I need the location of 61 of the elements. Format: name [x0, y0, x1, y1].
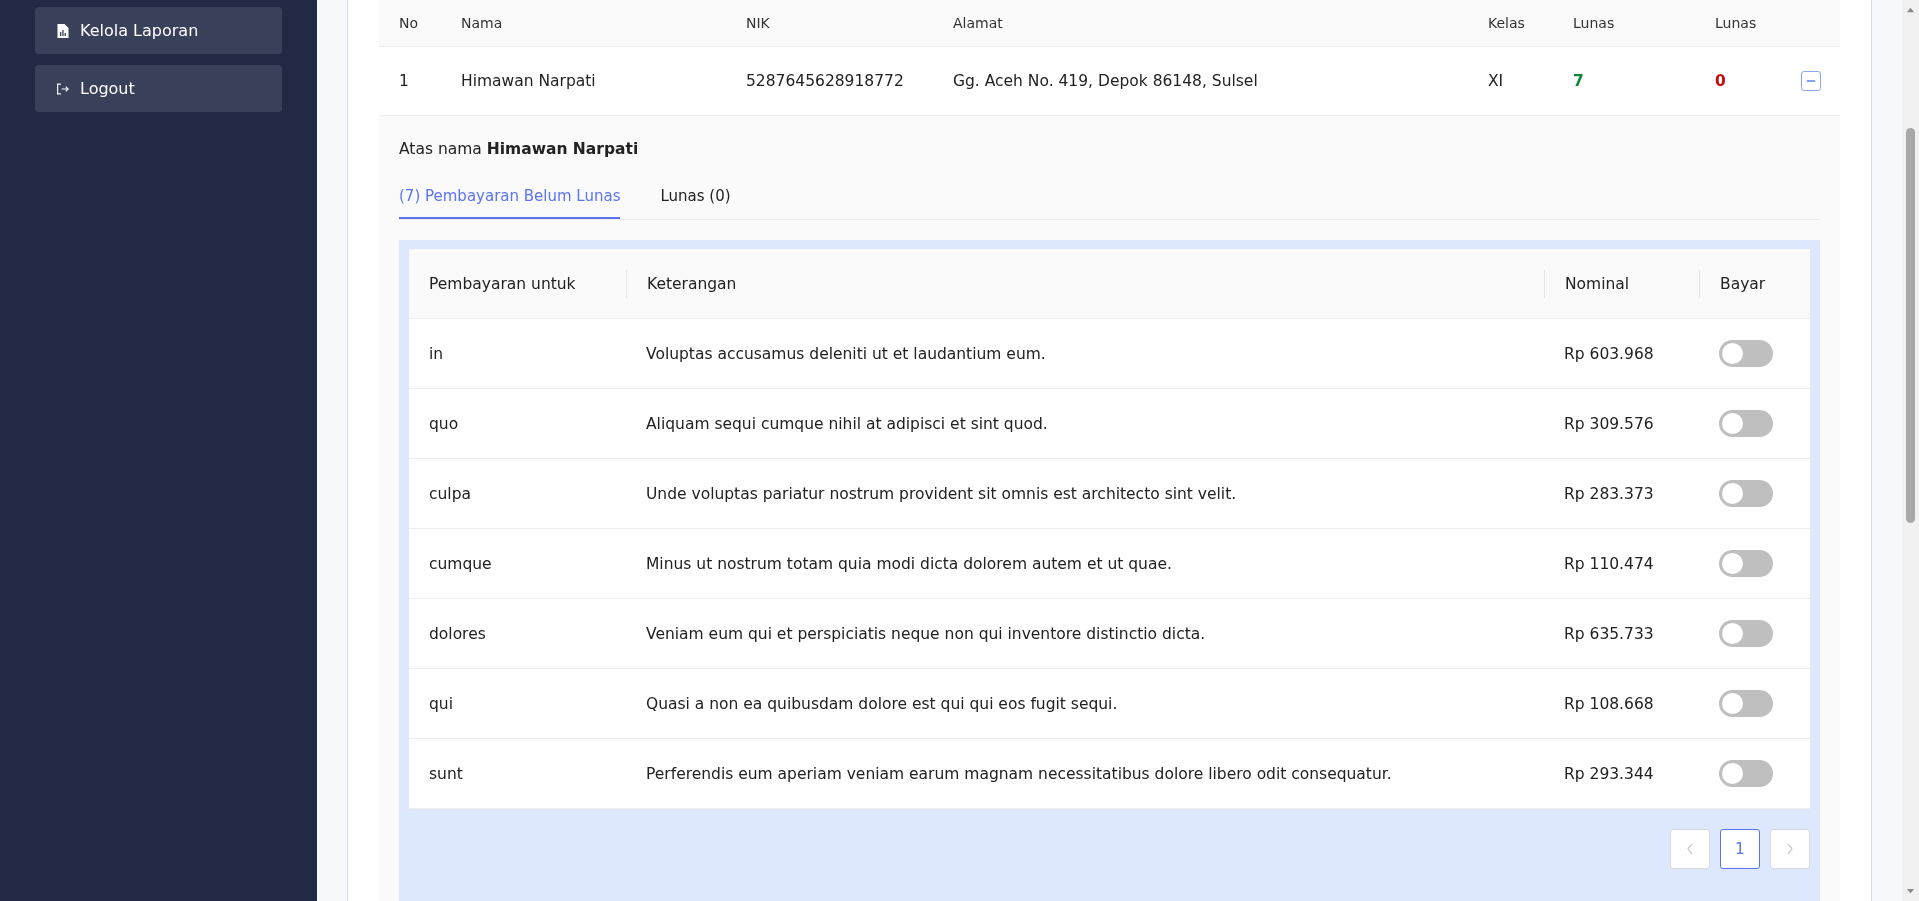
table-cell-text: Rp 293.344: [1563, 763, 1655, 785]
owner-text: Atas nama Himawan Narpati: [399, 139, 640, 160]
collapse-button[interactable]: [1801, 71, 1821, 91]
table-cell-text: Rp 603.968: [1563, 343, 1655, 365]
table-cell-text: sunt: [428, 763, 464, 785]
sidebar-item[interactable]: Logout: [35, 65, 282, 112]
table-cell-text: Veniam eum qui et perspiciatis neque non qui inventore distinctio dicta.: [645, 623, 1207, 645]
toggle-switch[interactable]: [1719, 620, 1773, 647]
table-cell-text: 0: [1714, 72, 1727, 90]
column-header: Nominal: [1544, 269, 1699, 298]
table-cell-text: Unde voluptas pariatur nostrum provident sit omnis est architecto sint velit.: [645, 483, 1238, 505]
table-cell-text: Gg. Aceh No. 419, Depok 86148, Sulsel: [952, 72, 1259, 90]
table-cell-text: Rp 110.474: [1563, 553, 1655, 575]
column-header: Bayar: [1699, 269, 1811, 298]
chevron-right-icon: [1785, 842, 1795, 856]
scroll-up-icon[interactable]: [1906, 6, 1915, 13]
tab[interactable]: Lunas (0): [660, 177, 731, 219]
table-cell-text: cumque: [428, 553, 493, 575]
page-button[interactable]: 1: [1720, 829, 1760, 869]
toggle-switch[interactable]: [1719, 340, 1773, 367]
scrollbar-track[interactable]: [1902, 0, 1919, 901]
table-cell-text: Quasi a non ea quibusdam dolore est qui qui eos fugit sequi.: [645, 693, 1119, 715]
scroll-down-icon[interactable]: [1906, 888, 1915, 895]
column-header: No: [398, 15, 420, 31]
column-header: Kelas: [1487, 15, 1526, 31]
toggle-switch[interactable]: [1719, 480, 1773, 507]
column-header: Nama: [460, 15, 504, 31]
table-cell-text: dolores: [428, 623, 487, 645]
column-header: Lunas: [1714, 15, 1758, 31]
table-cell-text: Aliquam sequi cumque nihil at adipisci et sint quod.: [645, 413, 1049, 435]
table-cell-text: 7: [1572, 72, 1585, 90]
chevron-left-icon: [1685, 842, 1695, 856]
column-header: Lunas: [1572, 15, 1616, 31]
table-cell-text: Minus ut nostrum totam quia modi dicta dolorem autem et ut quae.: [645, 553, 1173, 575]
column-header: Alamat: [952, 15, 1004, 31]
table-cell-text: XI: [1487, 72, 1505, 90]
toggle-switch[interactable]: [1719, 690, 1773, 717]
sidebar-item[interactable]: Kelola Laporan: [35, 7, 282, 54]
table-cell-text: in: [428, 343, 445, 365]
table-cell-text: Himawan Narpati: [460, 72, 597, 90]
toggle-switch[interactable]: [1719, 550, 1773, 577]
table-cell-text: Rp 635.733: [1563, 623, 1655, 645]
scrollbar-thumb[interactable]: [1906, 128, 1915, 523]
table-cell-text: quo: [428, 413, 460, 435]
report-icon: [56, 23, 69, 38]
table-cell-text: Perferendis eum aperiam veniam earum magnam necessitatibus dolore libero odit consequatur.: [645, 763, 1393, 785]
table-cell-text: Voluptas accusamus deleniti ut et laudantium eum.: [645, 343, 1047, 365]
toggle-switch[interactable]: [1719, 760, 1773, 787]
column-header: Pembayaran untuk: [428, 273, 577, 295]
logout-icon: [56, 81, 69, 96]
table-cell-text: culpa: [428, 483, 472, 505]
table-cell-text: 1: [398, 72, 410, 90]
table-cell-text: 5287645628918772: [745, 72, 905, 90]
tab[interactable]: (7) Pembayaran Belum Lunas: [399, 177, 621, 219]
table-cell-text: qui: [428, 693, 454, 715]
table-cell-text: Rp 108.668: [1563, 693, 1655, 715]
table-cell-text: Rp 283.373: [1563, 483, 1655, 505]
toggle-switch[interactable]: [1719, 410, 1773, 437]
column-header: Keterangan: [626, 269, 1544, 298]
table-cell-text: Rp 309.576: [1563, 413, 1655, 435]
column-header: NIK: [745, 15, 771, 31]
